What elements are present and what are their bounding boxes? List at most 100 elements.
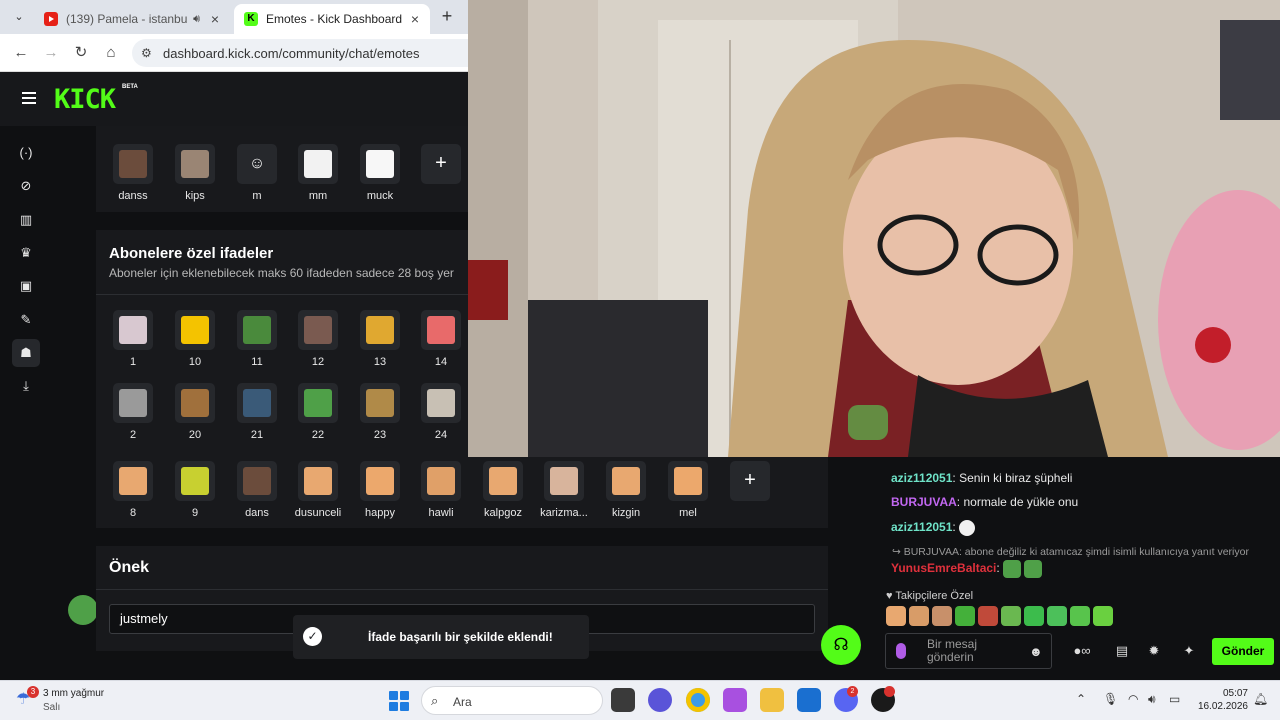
back-icon[interactable]: ← — [11, 43, 31, 63]
infinity-icon[interactable]: ●∞ — [1064, 640, 1100, 662]
emote-item[interactable]: 8 — [106, 461, 160, 519]
panda-emote — [959, 520, 976, 536]
emote-item[interactable]: 24 — [414, 383, 468, 441]
emote-item[interactable]: mel — [661, 461, 715, 519]
battery-icon[interactable]: ▭ — [1169, 692, 1180, 706]
settings-icon[interactable]: ✹ — [1144, 640, 1164, 662]
link-icon[interactable]: ⊘ — [12, 172, 40, 200]
emote-item[interactable]: 2 — [106, 383, 160, 441]
emote-item[interactable]: muck — [353, 144, 407, 202]
chat-username[interactable]: BURJUVAA — [891, 495, 957, 509]
kick-logo[interactable]: KICK — [54, 84, 116, 115]
quick-emote[interactable] — [1024, 606, 1044, 626]
emote-item[interactable]: 13 — [353, 310, 407, 368]
emoji-icon[interactable]: ☻ — [1029, 644, 1043, 659]
quick-emote[interactable] — [978, 606, 998, 626]
emote-item[interactable]: happy — [353, 461, 407, 519]
quick-emote[interactable] — [932, 606, 952, 626]
microphone-icon[interactable] — [896, 643, 906, 659]
emote-item[interactable]: 14 — [414, 310, 468, 368]
quick-emote[interactable] — [1093, 606, 1113, 626]
file-explorer-icon[interactable] — [760, 688, 784, 712]
close-tab-icon[interactable]: × — [406, 11, 424, 27]
speaker-icon[interactable]: 🔊︎ — [193, 13, 200, 26]
tab-search-icon[interactable]: ⌄ — [8, 6, 30, 28]
emote-item[interactable]: ☺ m — [230, 144, 284, 202]
emote-item[interactable]: 23 — [353, 383, 407, 441]
windows-taskbar: ☂ 3 3 mm yağmur Salı ⌕ Ara 2 ⌃ 🎙︎ ◠ 🔊︎ ▭… — [0, 680, 1280, 720]
emote-item[interactable]: 9 — [168, 461, 222, 519]
community-icon[interactable]: ☗ — [12, 339, 40, 367]
site-info-icon[interactable]: ⚙ — [141, 45, 157, 61]
emote-item[interactable]: kizgin — [599, 461, 653, 519]
start-icon[interactable] — [389, 691, 409, 711]
reload-icon[interactable]: ↻ — [71, 43, 91, 63]
add-subscriber-emote-button[interactable]: + — [730, 461, 770, 501]
chat-username[interactable]: aziz112051 — [891, 520, 952, 534]
emote-item[interactable]: mm — [291, 144, 345, 202]
floating-avatar[interactable] — [68, 595, 98, 625]
quick-emote[interactable] — [1070, 606, 1090, 626]
tools-icon[interactable]: ✦ — [1178, 640, 1200, 662]
chat-username[interactable]: YunusEmreBaltaci — [891, 561, 996, 575]
emote-item[interactable]: 22 — [291, 383, 345, 441]
emote-item[interactable]: danss — [106, 144, 160, 202]
volume-icon[interactable]: 🔊︎ — [1148, 692, 1156, 707]
trophy-icon[interactable]: ♛ — [12, 239, 40, 267]
tab-kick-dashboard[interactable]: K Emotes - Kick Dashboard × — [234, 4, 430, 34]
task-view-icon[interactable] — [611, 688, 635, 712]
chrome-icon[interactable] — [686, 688, 710, 712]
stream-icon[interactable]: (·) — [12, 139, 40, 167]
quick-emote[interactable] — [886, 606, 906, 626]
quick-emote[interactable] — [909, 606, 929, 626]
weather-temperature[interactable]: 3 mm yağmur — [43, 688, 104, 699]
emote-item[interactable]: 10 — [168, 310, 222, 368]
close-tab-icon[interactable]: × — [206, 11, 224, 27]
forward-icon[interactable]: → — [41, 43, 61, 63]
emote-label: happy — [365, 507, 395, 519]
home-icon[interactable]: ⌂ — [101, 43, 121, 63]
store-app-icon[interactable] — [797, 688, 821, 712]
emote-item[interactable]: 20 — [168, 383, 222, 441]
wifi-icon[interactable]: ◠ — [1128, 692, 1138, 706]
wrench-icon[interactable]: ✎ — [12, 306, 40, 334]
analytics-icon[interactable]: ▥ — [12, 206, 40, 234]
chat-message-input[interactable]: Bir mesaj gönderin ☻ — [885, 633, 1052, 669]
emote-item[interactable]: 11 — [230, 310, 284, 368]
subscriber-section-title: Abonelere özel ifadeler — [109, 245, 274, 262]
menu-icon[interactable] — [22, 92, 36, 104]
support-button[interactable]: ☊ — [821, 625, 861, 665]
chevron-up-icon[interactable]: ⌃ — [1076, 692, 1086, 706]
emote-item[interactable]: dusunceli — [291, 461, 345, 519]
emote-item[interactable]: dans — [230, 461, 284, 519]
emote-item[interactable]: hawli — [414, 461, 468, 519]
add-emote-button[interactable]: + — [421, 144, 461, 184]
emote-item[interactable]: karizma... — [537, 461, 591, 519]
notification-bell-icon[interactable]: 🔔︎ — [1253, 692, 1268, 706]
send-button[interactable]: Gönder — [1212, 638, 1274, 665]
system-clock[interactable]: 05:07 16.02.2026 — [1196, 687, 1248, 713]
quick-emote[interactable] — [1001, 606, 1021, 626]
chat-app-icon[interactable] — [648, 688, 672, 712]
emote-item[interactable]: 12 — [291, 310, 345, 368]
webcam-image — [468, 0, 1280, 457]
chat-username[interactable]: aziz112051 — [891, 471, 952, 485]
quick-emote[interactable] — [955, 606, 975, 626]
taskbar-search[interactable]: ⌕ Ara — [421, 686, 603, 715]
address-bar[interactable]: ⚙ dashboard.kick.com/community/chat/emot… — [132, 39, 468, 67]
microphone-tray-icon[interactable]: 🎙︎ — [1103, 692, 1118, 706]
search-icon: ⌕ — [431, 693, 439, 708]
download-icon[interactable]: ⤓ — [12, 372, 40, 400]
quick-emote[interactable] — [1047, 606, 1067, 626]
store-icon[interactable]: ▤ — [1112, 640, 1132, 662]
emote-label: m — [252, 190, 262, 202]
emote-item[interactable]: 21 — [230, 383, 284, 441]
tab-youtube[interactable]: (139) Pamela - istanbul - Yo 🔊︎ × — [34, 4, 230, 34]
copilot-icon[interactable] — [723, 688, 747, 712]
emote-item[interactable]: kips — [168, 144, 222, 202]
video-icon[interactable]: ▣ — [12, 272, 40, 300]
emote-item[interactable]: 1 — [106, 310, 160, 368]
emote-item[interactable]: kalpgoz — [476, 461, 530, 519]
reply-preview[interactable]: ↪ BURJUVAA: abone değiliz ki atamıcaz şi… — [892, 546, 1249, 558]
new-tab-button[interactable]: + — [436, 6, 458, 28]
